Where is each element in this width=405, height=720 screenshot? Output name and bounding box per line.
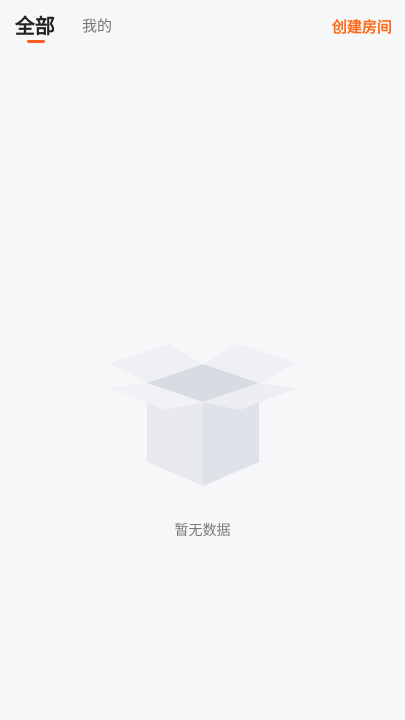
- rooms-screen: 全部 我的 创建房间 暂无数据: [0, 0, 405, 720]
- open-box-icon: [109, 344, 297, 486]
- tab-mine[interactable]: 我的: [82, 15, 112, 36]
- empty-state: 暂无数据: [0, 340, 405, 560]
- create-room-button[interactable]: 创建房间: [332, 16, 392, 37]
- top-bar: 全部 我的 创建房间: [0, 0, 405, 52]
- active-tab-indicator: [27, 40, 45, 43]
- empty-message: 暂无数据: [174, 523, 231, 539]
- tab-all[interactable]: 全部: [15, 10, 55, 39]
